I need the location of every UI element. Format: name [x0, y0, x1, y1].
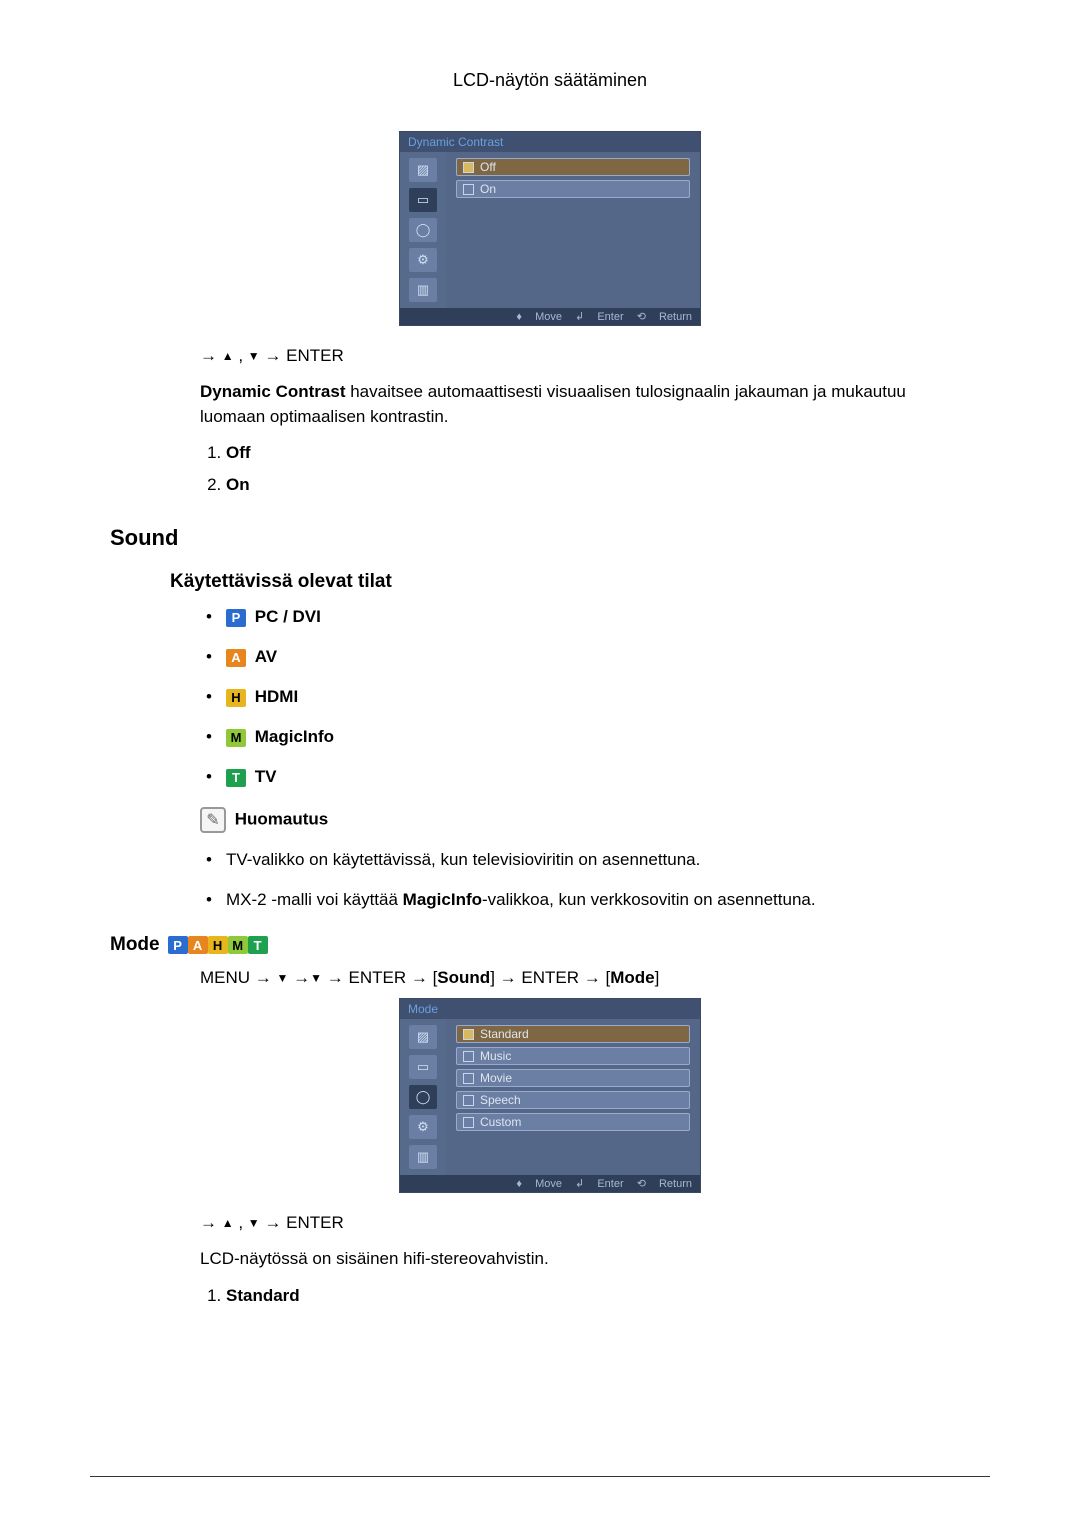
osd-icon-column: ▨ ▭ ◯ ⚙ ▥ — [400, 152, 446, 308]
badge-p-icon: P — [168, 936, 188, 954]
mode-hdmi: H HDMI — [226, 687, 970, 707]
page: LCD-näytön säätäminen Dynamic Contrast ▨… — [0, 0, 1080, 1527]
osd-footer: ♦ Move ↲ Enter ⟲ Return — [400, 1175, 700, 1192]
note-list: TV-valikko on käytettävissä, kun televis… — [200, 847, 970, 912]
badge-a-icon: A — [188, 936, 208, 954]
osd-footer-move: ♦ Move — [516, 311, 562, 323]
note-label: Huomautus — [235, 810, 329, 829]
option-off: Off — [226, 443, 970, 463]
osd-icon-sound: ◯ — [409, 218, 437, 242]
mode-pc-dvi: P PC / DVI — [226, 607, 970, 627]
note-item-2: MX-2 -malli voi käyttää MagicInfo-valikk… — [226, 887, 970, 913]
osd-footer: ♦ Move ↲ Enter ⟲ Return — [400, 308, 700, 325]
available-modes-list: P PC / DVI A AV H HDMI M MagicInfo T TV — [200, 607, 970, 787]
osd-option-off: Off — [456, 158, 690, 176]
note-item-1: TV-valikko on käytettävissä, kun televis… — [226, 847, 970, 873]
mode-tv: T TV — [226, 767, 970, 787]
note-block: ✎ Huomautus TV-valikko on käytettävissä,… — [200, 807, 970, 912]
osd-dynamic-contrast: Dynamic Contrast ▨ ▭ ◯ ⚙ ▥ Off On ♦ Move… — [399, 131, 701, 326]
osd-title: Mode — [400, 999, 700, 1019]
dynamic-contrast-description: Dynamic Contrast havaitsee automaattises… — [200, 380, 970, 429]
osd-footer-enter: ↲ Enter — [575, 311, 624, 323]
badge-t-icon: T — [248, 936, 268, 954]
osd-mode: Mode ▨ ▭ ◯ ⚙ ▥ Standard Music Movie Spee… — [399, 998, 701, 1193]
option-on: On — [226, 475, 970, 495]
mode-nav-sequence: MENU → ▼ →▼ → ENTER → [Sound] → ENTER → … — [200, 968, 970, 988]
badge-m-icon: M — [228, 936, 248, 954]
osd-option-list: Off On — [446, 152, 700, 308]
dynamic-contrast-label: Dynamic Contrast — [200, 382, 345, 401]
sound-heading: Sound — [110, 525, 970, 551]
nav-sequence-2: → ▲ , ▼ → ENTER — [200, 1213, 970, 1233]
page-footer-rule — [90, 1476, 990, 1477]
mode-av: A AV — [226, 647, 970, 667]
badge-m-icon: M — [226, 729, 246, 747]
mode-heading: Mode PAHMT — [110, 934, 970, 956]
osd-icon-picture: ▨ — [409, 1025, 437, 1049]
osd-icon-setup: ⚙ — [409, 248, 437, 272]
mode-description: LCD-näytössä on sisäinen hifi-stereovahv… — [200, 1247, 970, 1272]
badge-t-icon: T — [226, 769, 246, 787]
dynamic-contrast-options: Off On — [200, 443, 970, 495]
osd-option-on: On — [456, 180, 690, 198]
osd-title: Dynamic Contrast — [400, 132, 700, 152]
osd-icon-multi: ▥ — [409, 278, 437, 302]
osd-icon-input: ▭ — [409, 1055, 437, 1079]
osd-icon-multi: ▥ — [409, 1145, 437, 1169]
osd-icon-picture: ▨ — [409, 158, 437, 182]
osd-icon-setup: ⚙ — [409, 1115, 437, 1139]
osd-option-standard: Standard — [456, 1025, 690, 1043]
osd-footer-return: ⟲ Return — [637, 1178, 692, 1190]
badge-p-icon: P — [226, 609, 246, 627]
osd-icon-input: ▭ — [409, 188, 437, 212]
nav-sequence-1: → ▲ , ▼ → ENTER — [200, 346, 970, 366]
option-standard: Standard — [226, 1286, 970, 1306]
osd-footer-move: ♦ Move — [516, 1178, 562, 1190]
osd-footer-return: ⟲ Return — [637, 311, 692, 323]
osd-icon-sound: ◯ — [409, 1085, 437, 1109]
badge-h-icon: H — [226, 689, 246, 707]
badge-h-icon: H — [208, 936, 228, 954]
page-title: LCD-näytön säätäminen — [130, 70, 970, 91]
osd-icon-column: ▨ ▭ ◯ ⚙ ▥ — [400, 1019, 446, 1175]
osd-option-music: Music — [456, 1047, 690, 1065]
osd-footer-enter: ↲ Enter — [575, 1178, 624, 1190]
badge-a-icon: A — [226, 649, 246, 667]
osd-option-speech: Speech — [456, 1091, 690, 1109]
available-modes-heading: Käytettävissä olevat tilat — [170, 571, 970, 593]
osd-option-custom: Custom — [456, 1113, 690, 1131]
mode-magicinfo: M MagicInfo — [226, 727, 970, 747]
osd-option-movie: Movie — [456, 1069, 690, 1087]
osd-option-list: Standard Music Movie Speech Custom — [446, 1019, 700, 1175]
mode-options-list: Standard — [200, 1286, 970, 1306]
note-icon: ✎ — [200, 807, 226, 833]
